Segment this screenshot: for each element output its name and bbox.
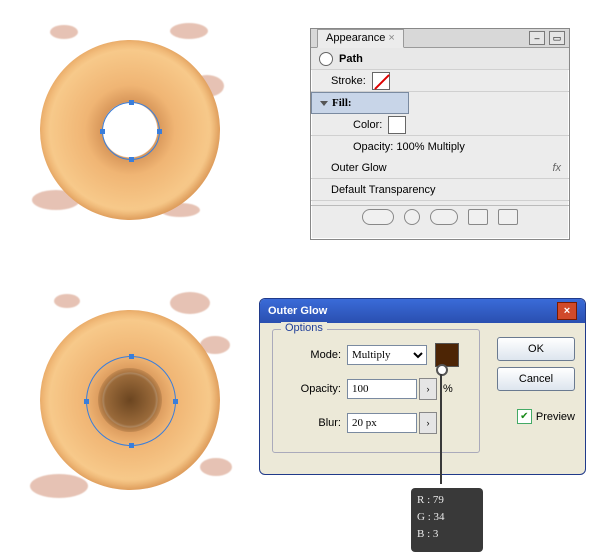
fill-row[interactable]: Fill: bbox=[311, 92, 409, 114]
selection-path[interactable] bbox=[102, 102, 160, 160]
stepper-icon[interactable]: › bbox=[419, 412, 437, 434]
fill-label: Fill: bbox=[332, 97, 352, 109]
mode-select[interactable]: Multiply bbox=[347, 345, 427, 365]
options-fieldset: Options Mode: Multiply Opacity: › % Blur… bbox=[272, 329, 480, 453]
footer-icon[interactable] bbox=[404, 209, 420, 225]
opacity-row[interactable]: Opacity: 100% Multiply bbox=[311, 136, 569, 157]
footer-icon[interactable] bbox=[430, 209, 458, 225]
color-swatch[interactable] bbox=[388, 116, 406, 134]
minimize-icon[interactable]: – bbox=[529, 31, 545, 45]
default-label: Default Transparency bbox=[331, 184, 436, 196]
tab-appearance[interactable]: Appearance × bbox=[317, 29, 404, 48]
glow-color-chip[interactable] bbox=[435, 343, 459, 367]
blur-label: Blur: bbox=[291, 417, 341, 429]
tab-label: Appearance bbox=[326, 32, 385, 44]
color-label: Color: bbox=[353, 119, 382, 131]
panel-tabbar: Appearance × – ▭ bbox=[311, 29, 569, 48]
rgb-r: R : 79 bbox=[417, 492, 477, 509]
footer-icon[interactable] bbox=[362, 209, 394, 225]
fieldset-legend: Options bbox=[281, 322, 327, 334]
color-row[interactable]: Color: bbox=[311, 114, 569, 136]
stroke-swatch-none[interactable] bbox=[372, 72, 390, 90]
donut-top bbox=[40, 40, 220, 220]
stepper-icon[interactable]: › bbox=[419, 378, 437, 400]
effect-label: Outer Glow bbox=[331, 162, 387, 174]
opacity-input[interactable] bbox=[347, 379, 417, 399]
rgb-b: B : 3 bbox=[417, 526, 477, 543]
trash-icon[interactable] bbox=[498, 209, 518, 225]
dialog-title: Outer Glow bbox=[268, 305, 327, 317]
object-name: Path bbox=[339, 53, 363, 65]
canvas: Appearance × – ▭ Path Stroke: Fill: Colo… bbox=[0, 0, 600, 550]
appearance-panel: Appearance × – ▭ Path Stroke: Fill: Colo… bbox=[310, 28, 570, 240]
object-row[interactable]: Path bbox=[311, 48, 569, 70]
opacity-label: Opacity: bbox=[291, 383, 341, 395]
selection-path[interactable] bbox=[86, 356, 176, 446]
expand-icon[interactable]: ▭ bbox=[549, 31, 565, 45]
blur-input[interactable] bbox=[347, 413, 417, 433]
stroke-label: Stroke: bbox=[331, 75, 366, 87]
preview-checkbox[interactable]: ✔ bbox=[517, 409, 532, 424]
callout-line bbox=[440, 374, 442, 484]
new-icon[interactable] bbox=[468, 209, 488, 225]
rgb-tooltip: R : 79 G : 34 B : 3 bbox=[411, 488, 483, 552]
dialog-titlebar[interactable]: Outer Glow × bbox=[260, 299, 585, 323]
outer-glow-dialog: Outer Glow × Options Mode: Multiply Opac… bbox=[259, 298, 586, 475]
stroke-row[interactable]: Stroke: bbox=[311, 70, 569, 92]
mode-label: Mode: bbox=[291, 349, 341, 361]
callout-pointer bbox=[436, 364, 448, 376]
fx-icon: fx bbox=[552, 162, 561, 174]
opacity-label: Opacity: 100% Multiply bbox=[353, 141, 465, 153]
close-icon[interactable]: × bbox=[557, 302, 577, 320]
default-transparency-row[interactable]: Default Transparency bbox=[311, 179, 569, 201]
ok-button[interactable]: OK bbox=[497, 337, 575, 361]
donut-bottom bbox=[40, 310, 220, 490]
percent-label: % bbox=[443, 383, 453, 395]
preview-row[interactable]: ✔ Preview bbox=[517, 409, 575, 424]
disclosure-icon[interactable] bbox=[320, 101, 328, 106]
target-icon bbox=[319, 52, 333, 66]
effect-row[interactable]: Outer Glow fx bbox=[311, 157, 569, 179]
preview-label: Preview bbox=[536, 411, 575, 423]
cancel-button[interactable]: Cancel bbox=[497, 367, 575, 391]
rgb-g: G : 34 bbox=[417, 509, 477, 526]
panel-footer bbox=[311, 205, 569, 228]
